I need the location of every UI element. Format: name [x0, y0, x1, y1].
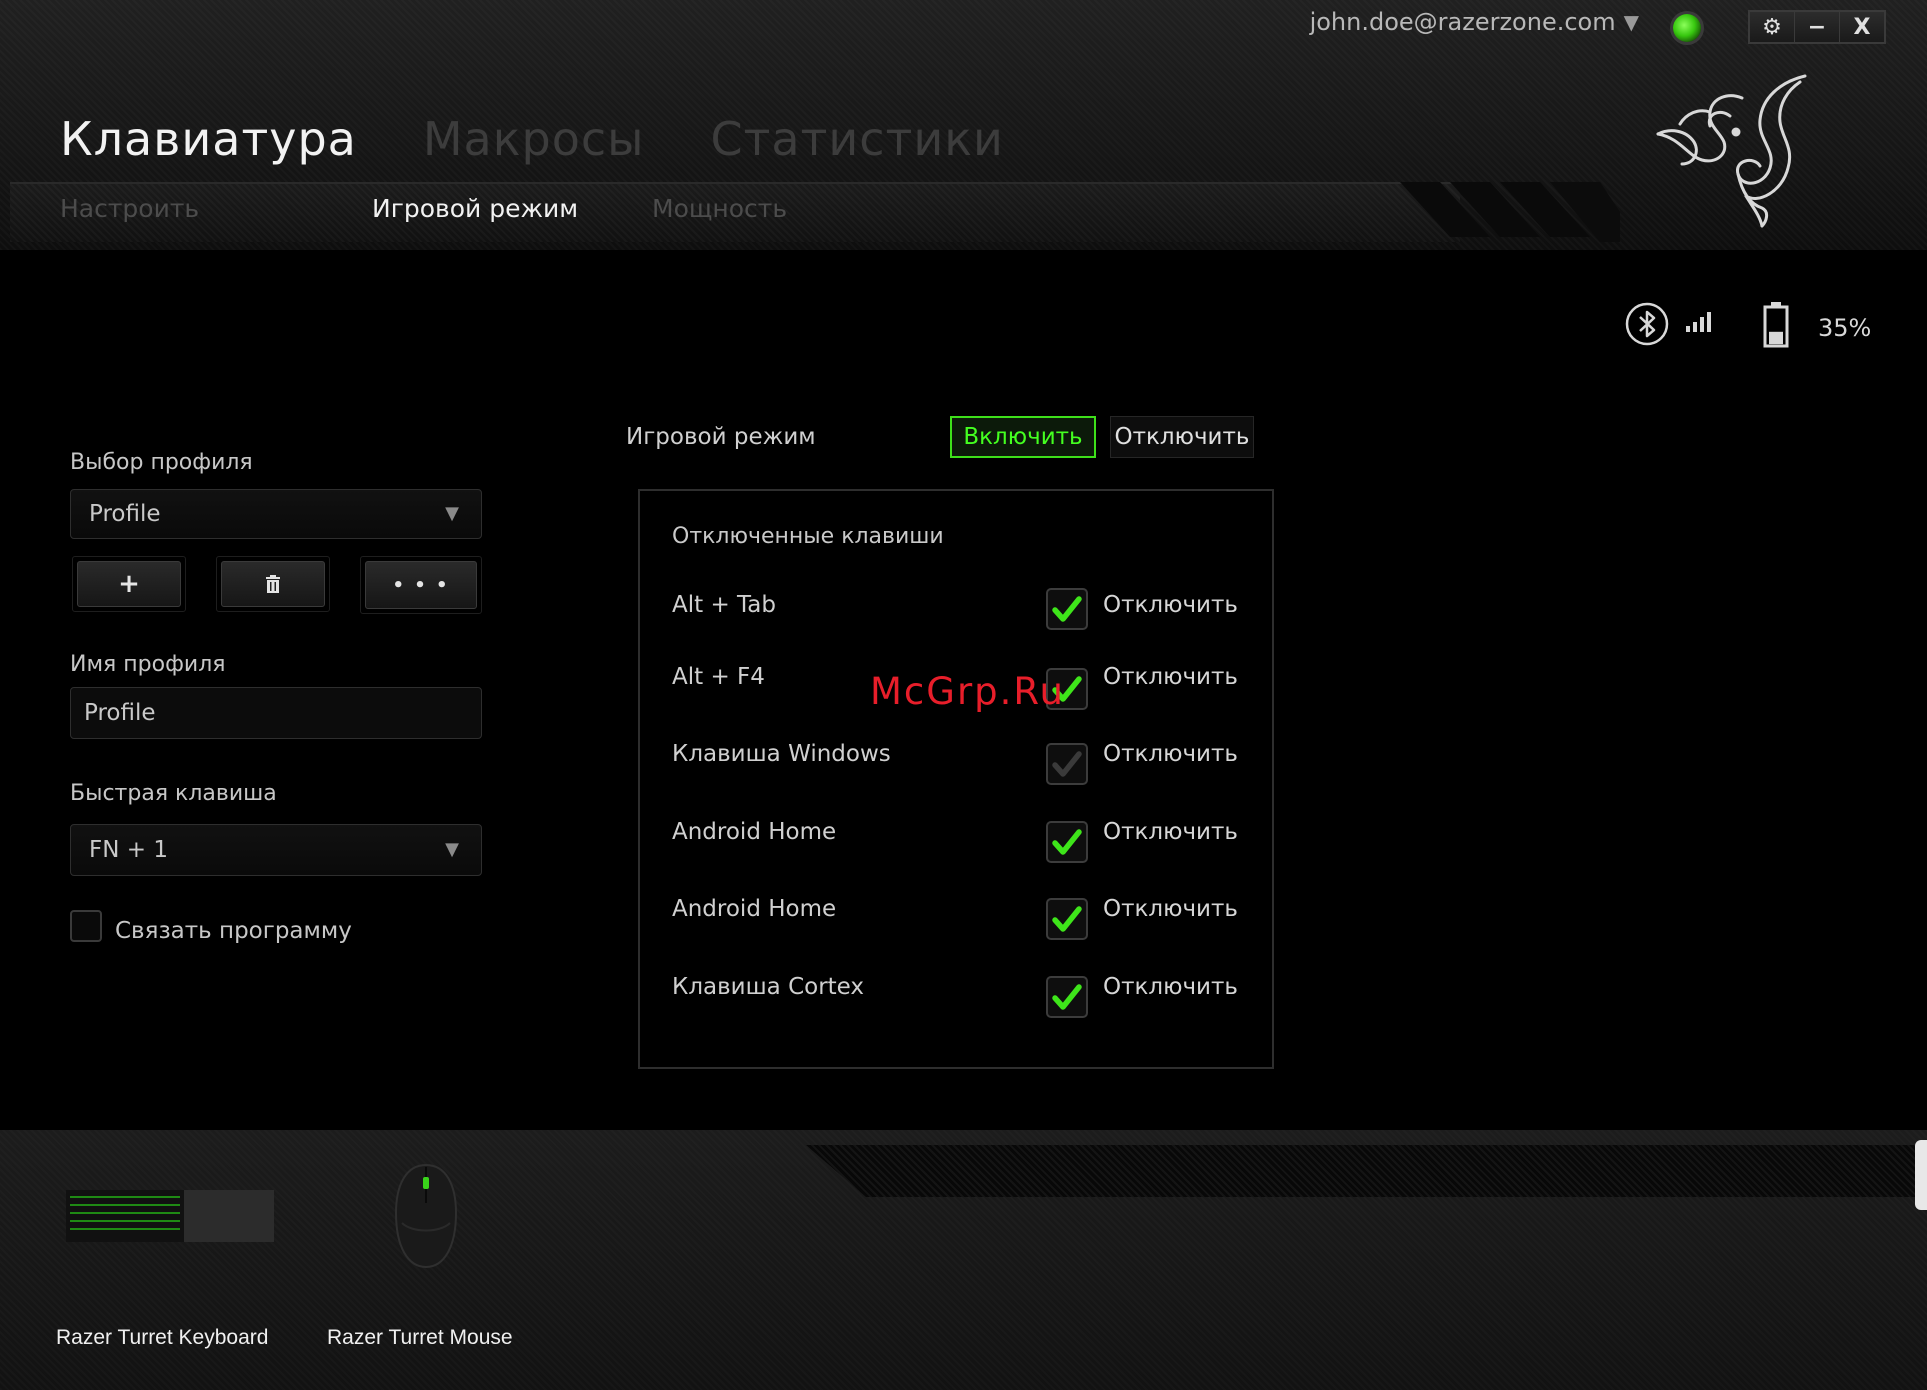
tab-stats[interactable]: Статистики: [710, 112, 1003, 166]
keyboard-device-icon[interactable]: [66, 1190, 274, 1242]
tab-keyboard[interactable]: Клавиатура: [60, 112, 357, 166]
key-disable-label[interactable]: Отключить: [1103, 974, 1238, 1000]
scroll-edge-handle[interactable]: [1915, 1140, 1927, 1210]
profile-select[interactable]: Profile ▼: [70, 489, 482, 539]
minimize-button[interactable]: −: [1795, 12, 1840, 42]
disabled-key-row: Alt + Tab Отключить: [672, 588, 1238, 632]
tab-macros[interactable]: Макросы: [423, 112, 645, 166]
key-name: Alt + F4: [672, 664, 765, 690]
key-name: Клавиша Cortex: [672, 974, 865, 1000]
device-name-keyboard[interactable]: Razer Turret Keyboard: [56, 1326, 268, 1350]
chevron-down-icon[interactable]: ▼: [445, 825, 459, 875]
window-controls: ⚙ − X: [1748, 10, 1886, 44]
profile-select-label: Выбор профиля: [70, 450, 253, 475]
link-program-label[interactable]: Связать программу: [115, 918, 352, 944]
key-disable-label[interactable]: Отключить: [1103, 664, 1238, 690]
disabled-keys-title: Отключенные клавиши: [672, 524, 944, 549]
close-button[interactable]: X: [1840, 12, 1884, 42]
game-mode-label: Игровой режим: [626, 424, 816, 450]
checkmark-icon: [1052, 596, 1082, 622]
game-mode-enable-button[interactable]: Включить: [950, 416, 1096, 458]
delete-profile-button-frame: [216, 556, 330, 612]
more-options-button-frame: • • •: [360, 556, 482, 614]
razer-logo-icon: [1656, 74, 1807, 228]
add-profile-button-frame: +: [72, 556, 186, 612]
main-tabs: Клавиатура Макросы Статистики: [60, 112, 1070, 166]
signal-strength-icon: [1686, 312, 1711, 332]
profile-name-input[interactable]: Profile: [70, 687, 482, 739]
hotkey-label: Быстрая клавиша: [70, 781, 277, 806]
online-status-icon: [1673, 14, 1701, 42]
key-name: Android Home: [672, 819, 837, 845]
battery-icon: [1763, 302, 1789, 348]
key-disable-checkbox[interactable]: [1046, 821, 1088, 863]
watermark-text: McGrp.Ru: [870, 670, 1065, 713]
subtab-customize[interactable]: Настроить: [60, 194, 199, 223]
checkmark-icon: [1052, 751, 1082, 777]
mouse-device-icon[interactable]: [392, 1163, 460, 1269]
trash-icon: [266, 575, 280, 593]
key-disable-checkbox[interactable]: [1046, 743, 1088, 785]
footer-stripe-decoration: [806, 1145, 1927, 1197]
key-disable-label[interactable]: Отключить: [1103, 896, 1238, 922]
subtab-power[interactable]: Мощность: [652, 194, 787, 223]
key-disable-checkbox[interactable]: [1046, 898, 1088, 940]
gear-icon[interactable]: ⚙: [1750, 12, 1795, 42]
profile-name-label: Имя профиля: [70, 652, 226, 677]
key-disable-checkbox[interactable]: [1046, 588, 1088, 630]
key-name: Alt + Tab: [672, 592, 776, 618]
account-menu[interactable]: john.doe@razerzone.com ▼: [1310, 8, 1639, 36]
key-name: Клавиша Windows: [672, 741, 891, 767]
key-disable-label[interactable]: Отключить: [1103, 592, 1238, 618]
device-name-mouse[interactable]: Razer Turret Mouse: [327, 1326, 513, 1350]
subtab-game-mode[interactable]: Игровой режим: [372, 194, 578, 223]
disabled-key-row: Android Home Отключить: [672, 819, 1238, 865]
hotkey-select[interactable]: FN + 1 ▼: [70, 824, 482, 876]
key-name: Android Home: [672, 896, 837, 922]
account-email[interactable]: john.doe@razerzone.com: [1310, 8, 1616, 36]
disabled-key-row: Клавиша Windows Отключить: [672, 741, 1238, 787]
synapse-window: john.doe@razerzone.com ▼ ⚙ − X Клавиатур…: [0, 0, 1927, 1390]
battery-percentage: 35%: [1818, 314, 1872, 342]
game-mode-disable-button[interactable]: Отключить: [1110, 416, 1254, 458]
hotkey-select-value: FN + 1: [89, 837, 168, 863]
chevron-down-icon[interactable]: ▼: [1624, 10, 1639, 34]
disabled-key-row: Клавиша Cortex Отключить: [672, 974, 1238, 1020]
chevron-down-icon[interactable]: ▼: [445, 490, 459, 538]
delete-profile-button[interactable]: [221, 561, 325, 607]
checkmark-icon: [1052, 984, 1082, 1010]
disabled-key-row: Android Home Отключить: [672, 896, 1238, 942]
bluetooth-icon: [1625, 302, 1669, 346]
add-profile-button[interactable]: +: [77, 561, 181, 607]
key-disable-label[interactable]: Отключить: [1103, 741, 1238, 767]
more-options-button[interactable]: • • •: [365, 561, 477, 609]
link-program-checkbox[interactable]: [70, 910, 102, 942]
header-stripes-decoration: [1400, 182, 1620, 242]
checkmark-icon: [1052, 829, 1082, 855]
checkmark-icon: [1052, 906, 1082, 932]
profile-select-value: Profile: [89, 501, 161, 527]
key-disable-label[interactable]: Отключить: [1103, 819, 1238, 845]
key-disable-checkbox[interactable]: [1046, 976, 1088, 1018]
